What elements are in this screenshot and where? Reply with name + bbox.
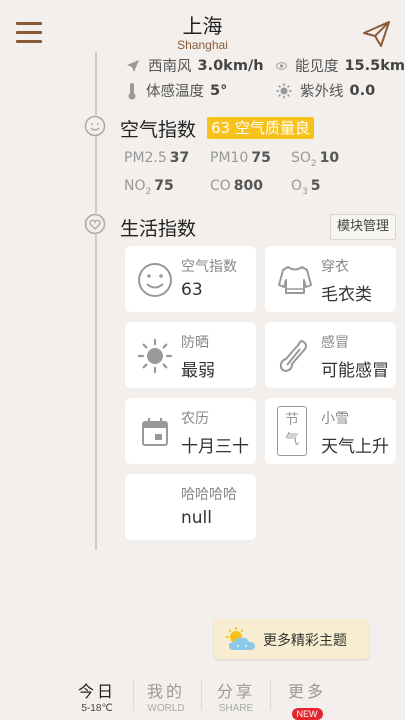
no2-item: NO2 75 [124,178,174,197]
solar-term-icon: 节 气 [277,406,307,456]
uv-value: 0.0 [349,82,376,99]
life-card-solar-term[interactable]: 节 气 小雪 天气上升 [265,398,396,464]
city-name: 上海 [182,14,223,38]
new-badge: NEW [291,708,323,720]
more-themes-button[interactable]: 更多精彩主题 [214,619,369,659]
life-card-lunar[interactable]: 农历 十月三十 [125,398,256,464]
nav-world[interactable]: 我的 WORLD [130,678,202,714]
life-card-value: 十月三十 [181,437,249,457]
uv-row: 紫外线 0.0 [276,80,375,101]
life-section-title: 生活指数 [120,218,197,240]
visibility-row: 能见度 15.5km [276,55,405,76]
thermometer-icon [279,339,307,373]
paper-plane-icon [363,21,390,47]
sun-icon [137,338,173,374]
feels-like-row: 体感温度 5° [126,80,227,101]
life-card-cold[interactable]: 感冒 可能感冒 [265,322,396,388]
wind-value: 3.0km/h [197,57,264,74]
life-card-value: 可能感冒 [321,361,389,381]
life-card-air[interactable]: 空气指数 63 [125,246,256,312]
calendar-icon [142,418,168,446]
feels-like-value: 5° [210,82,228,99]
life-card-value: 最弱 [181,361,215,381]
nav-more[interactable]: 更多 NEW [271,678,343,720]
life-card-sunscreen[interactable]: 防晒 最弱 [125,322,256,388]
life-card-value: 天气上升 [321,437,389,457]
aqi-badge: 63 空气质量良 [207,117,314,139]
share-button[interactable] [360,18,392,50]
sun-cloud-icon [226,627,255,650]
visibility-value: 15.5km [344,57,405,74]
wind-row: 西南风 3.0km/h [126,55,264,76]
life-card-value: 毛衣类 [321,285,372,305]
module-manage-button[interactable]: 模块管理 [330,214,396,240]
wind-direction-icon [127,59,139,72]
so2-item: SO2 10 [291,150,340,169]
air-node-icon [84,115,106,137]
smiley-icon [138,263,172,297]
sweater-icon [278,266,312,294]
life-card-value: 63 [181,280,203,300]
eye-icon [276,61,287,70]
life-card-value: null [181,508,212,528]
life-card-custom[interactable]: 哈哈哈哈 null [125,474,256,540]
heart-node-icon [84,213,106,235]
pm25-item: PM2.5 37 [124,150,190,166]
thermometer-small-icon [128,82,136,99]
uv-sun-icon [276,83,292,98]
air-section-title: 空气指数 [120,119,197,141]
pm10-item: PM10 75 [210,150,271,166]
life-card-clothing[interactable]: 穿衣 毛衣类 [265,246,396,312]
o3-item: O3 5 [291,178,321,197]
city-name-en: Shanghai [177,38,228,52]
nav-share[interactable]: 分享 SHARE [200,678,272,714]
co-item: CO 800 [210,178,264,194]
nav-today[interactable]: 今日 5-18℃ [61,678,133,714]
